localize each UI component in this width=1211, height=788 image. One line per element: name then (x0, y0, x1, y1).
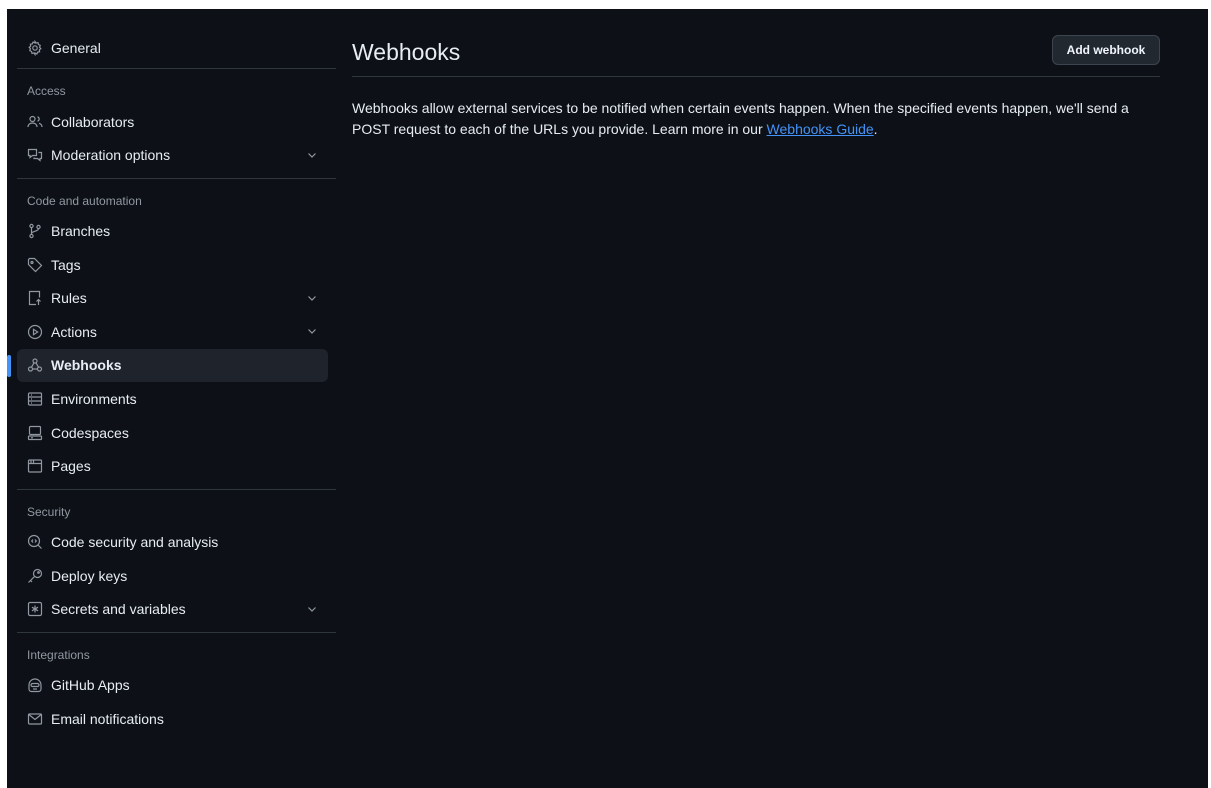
section-title-security: Security (27, 504, 71, 519)
sidebar-item-label: Deploy keys (51, 567, 128, 584)
sidebar-item-label: Pages (51, 458, 91, 475)
people-icon (27, 114, 43, 130)
section-title-code-and-automation: Code and automation (27, 193, 142, 208)
tag-icon (27, 257, 43, 273)
sidebar-item-codespaces[interactable]: Codespaces (17, 416, 328, 449)
webhook-icon (27, 357, 43, 373)
webhooks-description: Webhooks allow external services to be n… (352, 98, 1160, 140)
sidebar-item-code-security[interactable]: Code security and analysis (17, 526, 328, 559)
add-webhook-button[interactable]: Add webhook (1052, 35, 1160, 65)
sidebar-item-secrets-and-variables[interactable]: Secrets and variables (17, 593, 328, 626)
sidebar-item-label: Collaborators (51, 113, 135, 130)
sidebar-item-label: General (51, 39, 101, 56)
settings-page: General Access Collaborators Moderation … (7, 9, 1208, 788)
sidebar-item-moderation-options[interactable]: Moderation options (17, 139, 328, 172)
chevron-down-icon[interactable] (306, 292, 318, 304)
sidebar-item-deploy-keys[interactable]: Deploy keys (17, 559, 328, 592)
sidebar-item-collaborators[interactable]: Collaborators (17, 105, 328, 138)
page-header: Webhooks Add webhook (352, 9, 1160, 77)
chevron-down-icon[interactable] (306, 325, 318, 337)
sidebar-item-actions[interactable]: Actions (17, 315, 328, 348)
sidebar-divider (17, 68, 336, 69)
gear-icon (27, 39, 43, 56)
page-title: Webhooks (352, 39, 461, 65)
mail-icon (27, 711, 43, 727)
sidebar-item-environments[interactable]: Environments (17, 383, 328, 416)
repo-push-icon (27, 290, 43, 306)
server-icon (27, 391, 43, 407)
sidebar-item-label: Actions (51, 323, 97, 340)
sidebar-item-email-notifications[interactable]: Email notifications (17, 703, 328, 736)
sidebar-item-label: GitHub Apps (51, 677, 130, 694)
sidebar-item-label: Environments (51, 391, 137, 408)
sidebar-item-rules[interactable]: Rules (17, 282, 328, 315)
codescan-icon (27, 534, 43, 550)
sidebar-item-tags[interactable]: Tags (17, 248, 328, 281)
sidebar-item-label: Email notifications (51, 711, 164, 728)
sidebar-item-label: Branches (51, 223, 111, 240)
main-content: Webhooks Add webhook Webhooks allow exte… (352, 9, 1160, 140)
sidebar-item-label: Tags (51, 256, 81, 273)
sidebar-item-label: Codespaces (51, 424, 129, 441)
sidebar-item-label: Moderation options (51, 147, 171, 164)
settings-sidebar: General Access Collaborators Moderation … (7, 9, 336, 736)
sidebar-divider (17, 177, 336, 179)
sidebar-item-webhooks[interactable]: Webhooks (7, 348, 328, 382)
sidebar-item-label: Webhooks (51, 357, 122, 374)
browser-icon (27, 458, 43, 474)
hubot-icon (27, 677, 43, 693)
section-title-access: Access (27, 84, 66, 98)
webhooks-guide-link[interactable]: Webhooks Guide (767, 121, 874, 137)
comment-discussion-icon (27, 147, 43, 163)
description-text: Webhooks allow external services to be n… (352, 100, 1129, 137)
sidebar-divider (17, 631, 336, 633)
chevron-down-icon[interactable] (306, 603, 318, 615)
sidebar-item-branches[interactable]: Branches (17, 215, 328, 248)
sidebar-item-general[interactable]: General (17, 31, 328, 64)
sidebar-item-github-apps[interactable]: GitHub Apps (17, 669, 328, 702)
git-branch-icon (27, 223, 43, 239)
sidebar-item-label: Rules (51, 290, 87, 307)
sidebar-item-pages[interactable]: Pages (17, 450, 328, 483)
description-end: . (873, 121, 878, 137)
sidebar-item-label: Code security and analysis (51, 534, 219, 551)
chevron-down-icon[interactable] (306, 149, 318, 161)
key-icon (27, 568, 43, 584)
asterisk-icon (27, 601, 43, 617)
play-icon (27, 324, 43, 340)
sidebar-item-label: Secrets and variables (51, 601, 186, 618)
codespaces-icon (27, 425, 43, 441)
section-title-integrations: Integrations (27, 647, 90, 662)
sidebar-divider (17, 488, 336, 490)
